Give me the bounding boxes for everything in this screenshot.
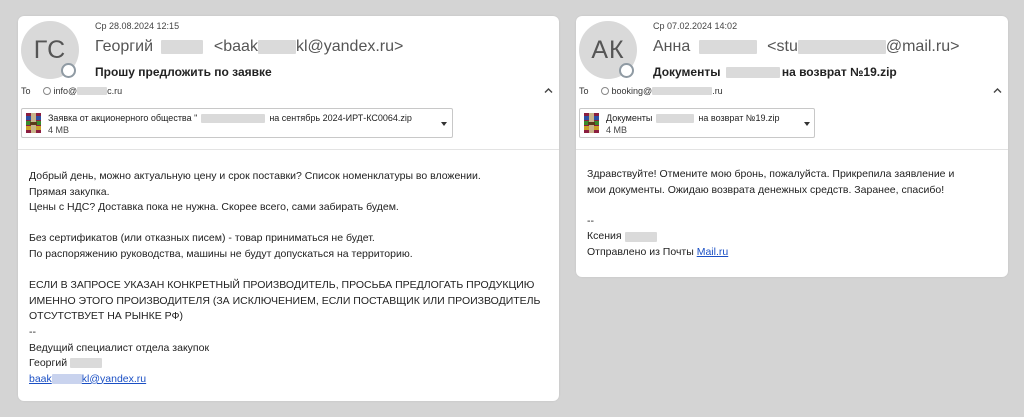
redacted-block (70, 358, 103, 369)
email-card-1: ГС Ср 28.08.2024 12:15 Георгий <baak kl@y… (18, 16, 559, 401)
attachment-item[interactable]: Заявка от акционерного общества " на сент… (21, 108, 453, 138)
avatar-initials: АК (591, 35, 625, 64)
body-line: -- (587, 214, 594, 227)
body-line: ЕСЛИ В ЗАПРОСЕ УКАЗАН КОНКРЕТНЫЙ ПРОИЗВО… (29, 279, 535, 292)
body-line: Ведущий специалист отдела закупок (29, 341, 210, 354)
attachment-name: Заявка от акционерного общества " на сент… (48, 113, 412, 124)
sender-email-start: <baak (213, 38, 258, 55)
body-line: ИМЕННО ЭТОГО ПРОИЗВОДИТЕЛЯ (ЗА ИСКЛЮЧЕНИ… (29, 294, 541, 307)
email-date: Ср 07.02.2024 14:02 (653, 21, 738, 31)
body-line: Ксения (587, 229, 954, 245)
email-card-2: АК Ср 07.02.2024 14:02 Анна <stu @mail.ru… (576, 16, 1008, 277)
recipient-address-end: c.ru (107, 86, 123, 96)
signature-email-link[interactable]: baak kl@yandex.ru (29, 372, 540, 388)
recipient-address-end: .ru (712, 86, 723, 96)
redacted-block (698, 39, 757, 54)
sender-email-end: @mail.ru> (885, 38, 960, 55)
body-line: Здравствуйте! Отмените мою бронь, пожалу… (587, 168, 955, 180)
recipient-line: To info@ c.ru (21, 86, 122, 96)
redacted-block (77, 87, 108, 95)
collapse-header-chevron-icon[interactable] (993, 86, 1002, 95)
redacted-block (797, 39, 886, 54)
mailru-link[interactable]: Mail.ru (697, 246, 729, 258)
recipient-status-icon (600, 87, 609, 95)
to-label: To (579, 86, 589, 96)
email-date: Ср 28.08.2024 12:15 (95, 21, 180, 31)
sender-line[interactable]: Анна <stu @mail.ru> (653, 38, 959, 56)
winrar-archive-icon (26, 113, 41, 133)
redacted-block (624, 231, 657, 242)
redacted-block (257, 39, 296, 54)
to-label: To (21, 86, 31, 96)
body-line: -- (29, 325, 36, 338)
body-line (29, 263, 540, 279)
winrar-archive-icon (584, 113, 599, 133)
redacted-block (51, 373, 82, 384)
attachment-dropdown-icon[interactable] (441, 122, 447, 126)
avatar-initials: ГС (33, 35, 67, 64)
redacted-block (725, 67, 780, 79)
body-line: Добрый день, можно актуальную цену и сро… (29, 170, 481, 182)
sender-email-start: <stu (767, 38, 798, 55)
presence-status-icon (619, 63, 634, 78)
body-line: Георгий (29, 356, 540, 372)
body-line (29, 216, 540, 232)
header-divider (576, 149, 1008, 150)
recipient-address-start[interactable]: booking@ (612, 86, 653, 96)
header-divider (18, 149, 559, 150)
attachment-size: 4 MB (48, 125, 70, 135)
body-line: Без сертификатов (или отказных писем) - … (29, 232, 375, 245)
email-subject: Документы на возврат №19.zip (653, 65, 897, 79)
redacted-block (656, 114, 695, 124)
body-line: мои документы. Ожидаю возврата денежных … (587, 183, 945, 196)
sender-email-end: kl@yandex.ru> (295, 38, 404, 55)
attachment-dropdown-icon[interactable] (804, 122, 810, 126)
recipient-line: To booking@ .ru (579, 86, 723, 96)
body-line: Прямая закупка. (29, 185, 110, 198)
collapse-header-chevron-icon[interactable] (544, 86, 553, 95)
email-subject: Прошу предложить по заявке (95, 65, 272, 79)
sender-name: Анна (653, 38, 691, 55)
body-line: ОТСУТСТВУЕТ НА РЫНКЕ РФ) (29, 310, 183, 323)
recipient-address-start[interactable]: info@ (54, 86, 78, 96)
sender-name: Георгий (95, 38, 153, 55)
email-body: Добрый день, можно актуальную цену и сро… (29, 169, 540, 387)
redacted-block (161, 39, 204, 54)
redacted-block (201, 114, 266, 124)
redacted-block (652, 87, 713, 95)
presence-status-icon (61, 63, 76, 78)
body-line: По распоряжению руководства, машины не б… (29, 247, 413, 260)
recipient-status-icon (42, 87, 51, 95)
attachment-item[interactable]: Документы на возврат №19.zip 4 MB (579, 108, 815, 138)
sender-line[interactable]: Георгий <baak kl@yandex.ru> (95, 38, 403, 56)
body-line (587, 198, 954, 214)
attachment-name: Документы на возврат №19.zip (606, 113, 780, 124)
attachment-size: 4 MB (606, 125, 628, 135)
email-body: Здравствуйте! Отмените мою бронь, пожалу… (587, 167, 954, 261)
body-line: Цены с НДС? Доставка пока не нужна. Скор… (29, 201, 399, 214)
sent-from-line: Отправлено из Почты Mail.ru (587, 245, 729, 258)
